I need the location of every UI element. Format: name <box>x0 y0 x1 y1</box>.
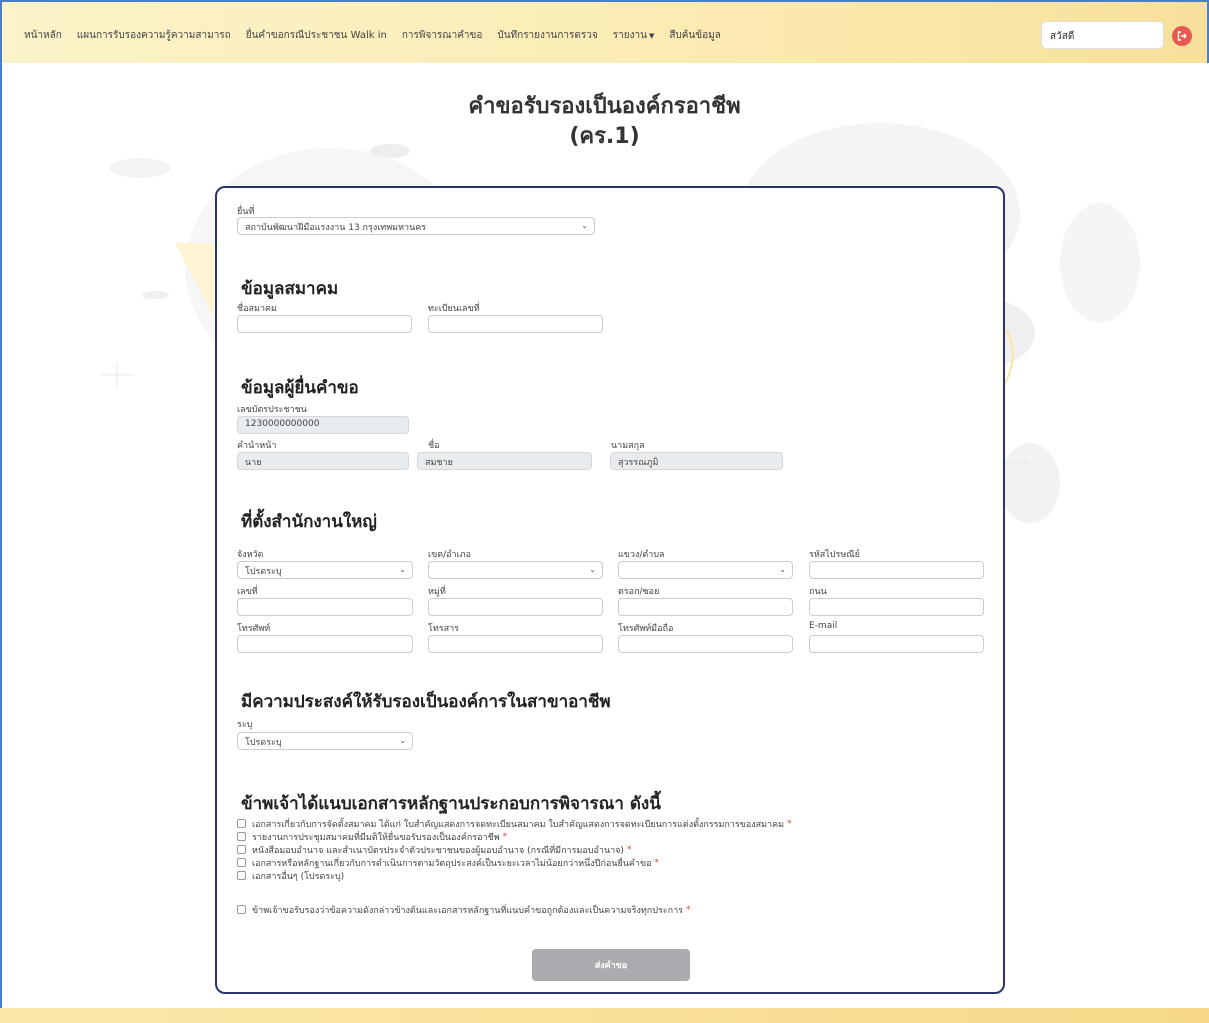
top-navbar: หน้าหลัก แผนการรับรองความรู้ความสามารถ ย… <box>0 0 1209 63</box>
road-label: ถนน <box>809 587 827 597</box>
fax-input[interactable] <box>428 635 603 653</box>
moo-input[interactable] <box>428 598 603 616</box>
soi-label: ตรอก/ซอย <box>618 587 660 597</box>
province-select[interactable]: โปรดระบุ ⌄ <box>237 561 413 579</box>
firstname-field: สมชาย <box>417 452 592 470</box>
submit-at-select[interactable]: สถาบันพัฒนาฝีมือแรงงาน 13 กรุงเทพมหานคร … <box>237 217 595 235</box>
firstname-label: ชื่อ <box>428 441 440 451</box>
registration-number-input[interactable] <box>428 315 603 333</box>
subdistrict-label: แขวง/ตำบล <box>618 550 665 560</box>
profession-section-title: มีความประสงค์ให้รับรองเป็นองค์การในสาขาอ… <box>241 692 611 712</box>
lastname-label: นามสกุล <box>611 441 645 451</box>
soi-input[interactable] <box>618 598 793 616</box>
document-item-label: เอกสารเกี่ยวกับการจัดตั้งสมาคม ได้แก่ ใบ… <box>252 819 785 830</box>
association-name-label: ชื่อสมาคม <box>237 304 277 314</box>
mobile-label: โทรศัพท์มือถือ <box>618 624 674 634</box>
page-title: คำขอรับรองเป็นองค์กรอาชีพ (คร.1) <box>0 92 1209 152</box>
nav-menu: หน้าหลัก แผนการรับรองความรู้ความสามารถ ย… <box>24 28 736 43</box>
prefix-field: นาย <box>237 452 409 470</box>
office-section-title: ที่ตั้งสำนักงานใหญ่ <box>241 512 377 532</box>
citizen-id-field: 1230000000000 <box>237 416 409 434</box>
chevron-down-icon: ⌄ <box>581 221 588 230</box>
chevron-down-icon: ⌄ <box>589 565 596 574</box>
document-item-label: หนังสือมอบอำนาจ และสำเนาบัตรประจำตัวประช… <box>252 845 624 856</box>
phone-input[interactable] <box>237 635 413 653</box>
nav-link-reports-label: รายงาน <box>612 30 647 41</box>
mobile-input[interactable] <box>618 635 793 653</box>
prefix-label: คำนำหน้า <box>237 441 277 451</box>
road-input[interactable] <box>809 598 984 616</box>
documents-section-title: ข้าพเจ้าได้แนบเอกสารหลักฐานประกอบการพิจา… <box>241 794 661 814</box>
address-number-input[interactable] <box>237 598 413 616</box>
page-title-main: คำขอรับรองเป็นองค์กรอาชีพ <box>468 94 741 119</box>
nav-link-search[interactable]: สืบค้นข้อมูล <box>669 28 721 43</box>
address-number-label: เลขที่ <box>237 587 258 597</box>
submit-at-label: ยื่นที่ <box>237 207 255 217</box>
required-marker: * <box>626 844 632 855</box>
document-item[interactable]: เอกสารเกี่ยวกับการจัดตั้งสมาคม ได้แก่ ใบ… <box>237 818 792 830</box>
subdistrict-select[interactable]: ⌄ <box>618 561 793 579</box>
document-item[interactable]: รายงานการประชุมสมาคมที่มีมติให้ยื่นขอรับ… <box>237 831 792 843</box>
citizen-id-label: เลขบัตรประชาชน <box>237 405 307 415</box>
nav-link-inspection-report[interactable]: บันทึกรายงานการตรวจ <box>497 28 597 43</box>
profession-value: โปรดระบุ <box>245 738 282 748</box>
email-input[interactable] <box>809 635 984 653</box>
email-label: E-mail <box>809 621 838 631</box>
required-marker: * <box>654 857 660 868</box>
checkbox[interactable] <box>237 858 246 867</box>
application-form: ยื่นที่ สถาบันพัฒนาฝีมือแรงงาน 13 กรุงเท… <box>215 186 1005 994</box>
logout-icon <box>1177 31 1187 41</box>
footer-bar <box>0 1008 1209 1023</box>
checkbox[interactable] <box>237 845 246 854</box>
phone-label: โทรศัพท์ <box>237 624 271 634</box>
chevron-down-icon: ⌄ <box>399 736 406 745</box>
document-item-label: รายงานการประชุมสมาคมที่มีมติให้ยื่นขอรับ… <box>252 832 500 843</box>
certify-checkbox-row[interactable]: ข้าพเจ้าขอรับรองว่าข้อความดังกล่าวข้างต้… <box>237 904 691 916</box>
fax-label: โทรสาร <box>428 624 459 634</box>
document-item[interactable]: เอกสารหรือหลักฐานเกี่ยวกับการดำเนินการตา… <box>237 857 792 869</box>
page-left-border <box>0 63 2 1008</box>
association-name-input[interactable] <box>237 315 412 333</box>
checkbox[interactable] <box>237 819 246 828</box>
lastname-field: สุวรรณภูมิ <box>610 452 783 470</box>
moo-label: หมู่ที่ <box>428 587 446 597</box>
required-marker: * <box>685 904 691 915</box>
province-label: จังหวัด <box>237 550 264 560</box>
caret-down-icon: ▼ <box>648 32 655 40</box>
page-title-form-code: (คร.1) <box>569 124 640 149</box>
profession-select[interactable]: โปรดระบุ ⌄ <box>237 732 413 750</box>
checkbox[interactable] <box>237 832 246 841</box>
postal-code-label: รหัสไปรษณีย์ <box>809 550 860 560</box>
nav-link-certification-plan[interactable]: แผนการรับรองความรู้ความสามารถ <box>77 28 231 43</box>
nav-link-home[interactable]: หน้าหลัก <box>24 28 62 43</box>
document-item[interactable]: เอกสารอื่นๆ (โปรดระบุ) <box>237 870 792 882</box>
province-value: โปรดระบุ <box>245 567 282 577</box>
submit-at-value: สถาบันพัฒนาฝีมือแรงงาน 13 กรุงเทพมหานคร <box>245 223 427 233</box>
checkbox[interactable] <box>237 871 246 880</box>
required-marker: * <box>787 818 792 829</box>
district-label: เขต/อำเภอ <box>428 550 471 560</box>
district-select[interactable]: ⌄ <box>428 561 603 579</box>
postal-code-input[interactable] <box>809 561 984 579</box>
nav-link-walk-in[interactable]: ยื่นคำขอกรณีประชาชน Walk in <box>246 28 387 43</box>
document-item-label: เอกสารหรือหลักฐานเกี่ยวกับการดำเนินการตา… <box>252 858 652 869</box>
applicant-section-title: ข้อมูลผู้ยื่นคำขอ <box>241 378 359 398</box>
user-greeting[interactable]: สวัสดี <box>1041 21 1164 49</box>
nav-link-reports-dropdown[interactable]: รายงาน ▼ <box>613 28 655 43</box>
association-section-title: ข้อมูลสมาคม <box>241 279 339 299</box>
documents-checklist: เอกสารเกี่ยวกับการจัดตั้งสมาคม ได้แก่ ใบ… <box>237 818 792 882</box>
profession-specify-label: ระบุ <box>237 720 253 730</box>
certify-label: ข้าพเจ้าขอรับรองว่าข้อความดังกล่าวข้างต้… <box>252 905 683 916</box>
logout-button[interactable] <box>1172 26 1192 46</box>
certify-checkbox[interactable] <box>237 905 246 914</box>
nav-link-review[interactable]: การพิจารณาคำขอ <box>402 28 483 43</box>
submit-request-button[interactable]: ส่งคำขอ <box>532 949 690 981</box>
chevron-down-icon: ⌄ <box>779 565 786 574</box>
required-marker: * <box>502 831 508 842</box>
registration-number-label: ทะเบียนเลขที่ <box>428 304 480 314</box>
chevron-down-icon: ⌄ <box>399 565 406 574</box>
document-item-label: เอกสารอื่นๆ (โปรดระบุ) <box>252 871 345 882</box>
document-item[interactable]: หนังสือมอบอำนาจ และสำเนาบัตรประจำตัวประช… <box>237 844 792 856</box>
